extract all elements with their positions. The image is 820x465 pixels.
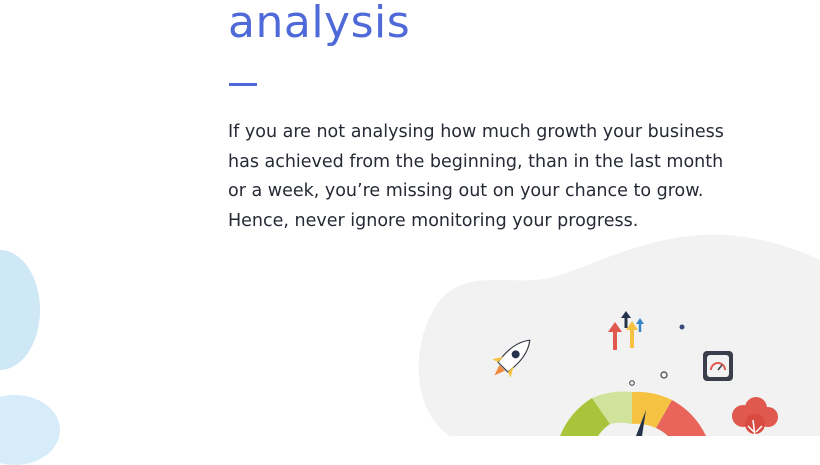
heading-accent-line xyxy=(229,83,257,86)
decorative-dot xyxy=(679,324,685,330)
growth-illustration xyxy=(418,234,820,436)
speedometer-chip-icon xyxy=(703,351,733,381)
section-heading: analysis xyxy=(228,0,411,48)
decorative-blob-left-bottom xyxy=(0,395,60,465)
section-body-text: If you are not analysing how much growth… xyxy=(228,122,724,231)
decorative-blob-left xyxy=(0,250,40,370)
